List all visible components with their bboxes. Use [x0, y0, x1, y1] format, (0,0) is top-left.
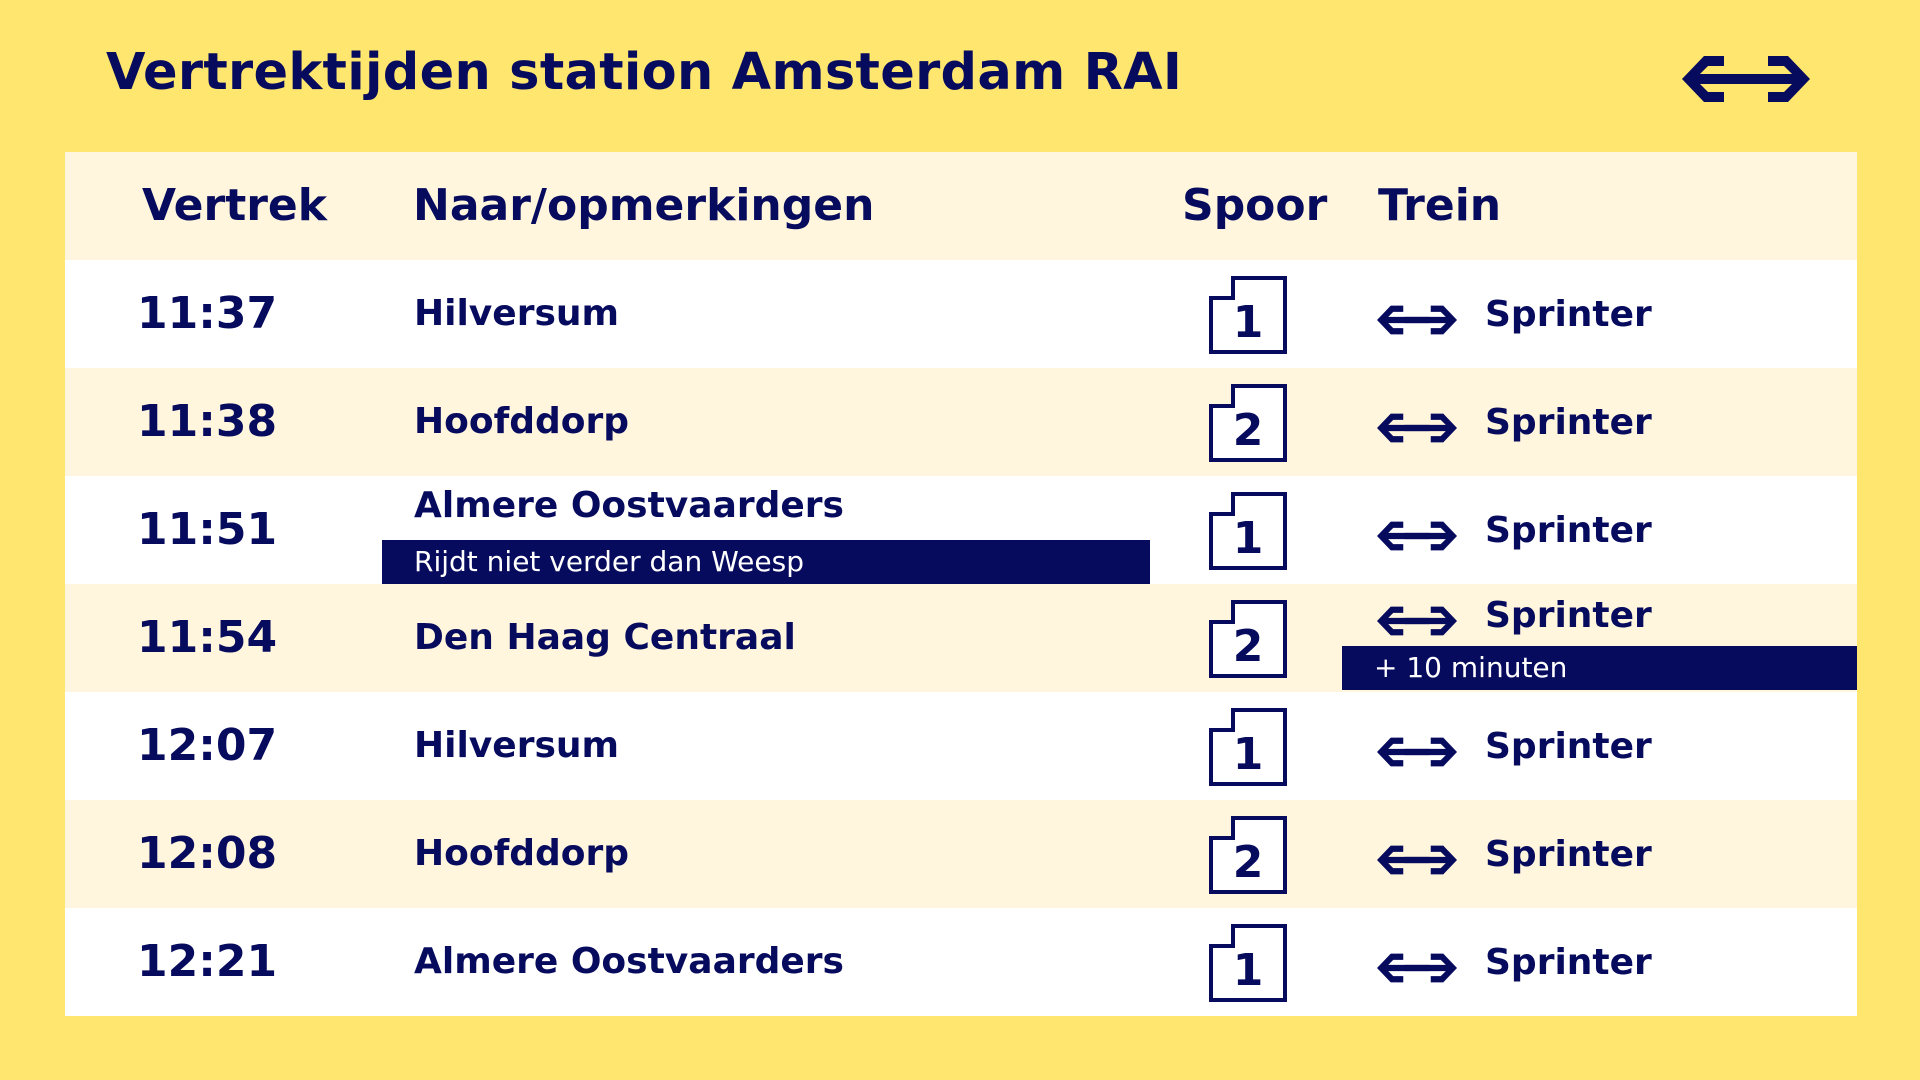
ns-train-icon	[1377, 953, 1457, 983]
departure-row: 11:38 Hoofddorp 2 Sprinter	[65, 368, 1857, 476]
train-type-label: Sprinter	[1485, 595, 1652, 636]
train-type-label: Sprinter	[1485, 510, 1652, 551]
destination: Den Haag Centraal	[414, 617, 796, 658]
track-sign: 2	[1208, 815, 1288, 895]
departure-time: 12:08	[137, 828, 278, 879]
departure-time: 12:07	[137, 720, 278, 771]
departure-row: 11:37 Hilversum 1 Sprinter	[65, 260, 1857, 368]
departure-time: 11:54	[137, 612, 278, 663]
train-type-label: Sprinter	[1485, 834, 1652, 875]
column-header-track: Spoor	[1182, 180, 1328, 231]
destination: Almere Oostvaarders	[414, 941, 844, 982]
train-type-label: Sprinter	[1485, 726, 1652, 767]
ns-train-icon	[1377, 737, 1457, 767]
track-number: 2	[1232, 405, 1264, 456]
train-type-label: Sprinter	[1485, 942, 1652, 983]
track-number: 2	[1232, 621, 1264, 672]
track-number: 1	[1232, 729, 1264, 780]
train-type-label: Sprinter	[1485, 402, 1652, 443]
departure-row: 11:54 Den Haag Centraal 2 Sprinter + 10 minu…	[65, 584, 1857, 692]
column-header-destination: Naar/opmerkingen	[413, 180, 875, 231]
delay-badge: + 10 minuten	[1342, 646, 1857, 690]
page-title: Vertrektijden station Amsterdam RAI	[106, 43, 1183, 102]
departure-row: 11:51 Almere Oostvaarders Rijdt niet verde…	[65, 476, 1857, 584]
departure-row: 12:21 Almere Oostvaarders 1 Sprinter	[65, 908, 1857, 1016]
ns-train-icon	[1377, 606, 1457, 636]
departure-time: 11:51	[137, 504, 278, 555]
destination: Hoofddorp	[414, 401, 630, 442]
column-header-train: Trein	[1378, 180, 1502, 231]
departure-time: 12:21	[137, 936, 278, 987]
track-number: 1	[1232, 945, 1264, 996]
departure-time: 11:37	[137, 288, 278, 339]
departure-row: 12:08 Hoofddorp 2 Sprinter	[65, 800, 1857, 908]
track-sign: 1	[1208, 707, 1288, 787]
service-note: Rijdt niet verder dan Weesp	[382, 540, 1150, 584]
ns-train-icon	[1377, 305, 1457, 335]
board-header: Vertrek Naar/opmerkingen Spoor Trein	[65, 152, 1857, 260]
departure-time: 11:38	[137, 396, 278, 447]
track-sign: 1	[1208, 275, 1288, 355]
track-number: 1	[1232, 297, 1264, 348]
departure-row: 12:07 Hilversum 1 Sprinter	[65, 692, 1857, 800]
track-sign: 1	[1208, 491, 1288, 571]
ns-train-icon	[1377, 413, 1457, 443]
destination: Hilversum	[414, 725, 620, 766]
ns-logo-icon	[1682, 56, 1810, 102]
destination: Hoofddorp	[414, 833, 630, 874]
destination: Almere Oostvaarders	[414, 485, 844, 526]
column-header-departure: Vertrek	[142, 180, 328, 231]
track-number: 1	[1232, 513, 1264, 564]
departure-board: Vertrek Naar/opmerkingen Spoor Trein 11:…	[65, 152, 1857, 1016]
ns-train-icon	[1377, 845, 1457, 875]
track-sign: 2	[1208, 383, 1288, 463]
destination: Hilversum	[414, 293, 620, 334]
track-number: 2	[1232, 837, 1264, 888]
track-sign: 2	[1208, 599, 1288, 679]
track-sign: 1	[1208, 923, 1288, 1003]
ns-train-icon	[1377, 521, 1457, 551]
train-type-label: Sprinter	[1485, 294, 1652, 335]
